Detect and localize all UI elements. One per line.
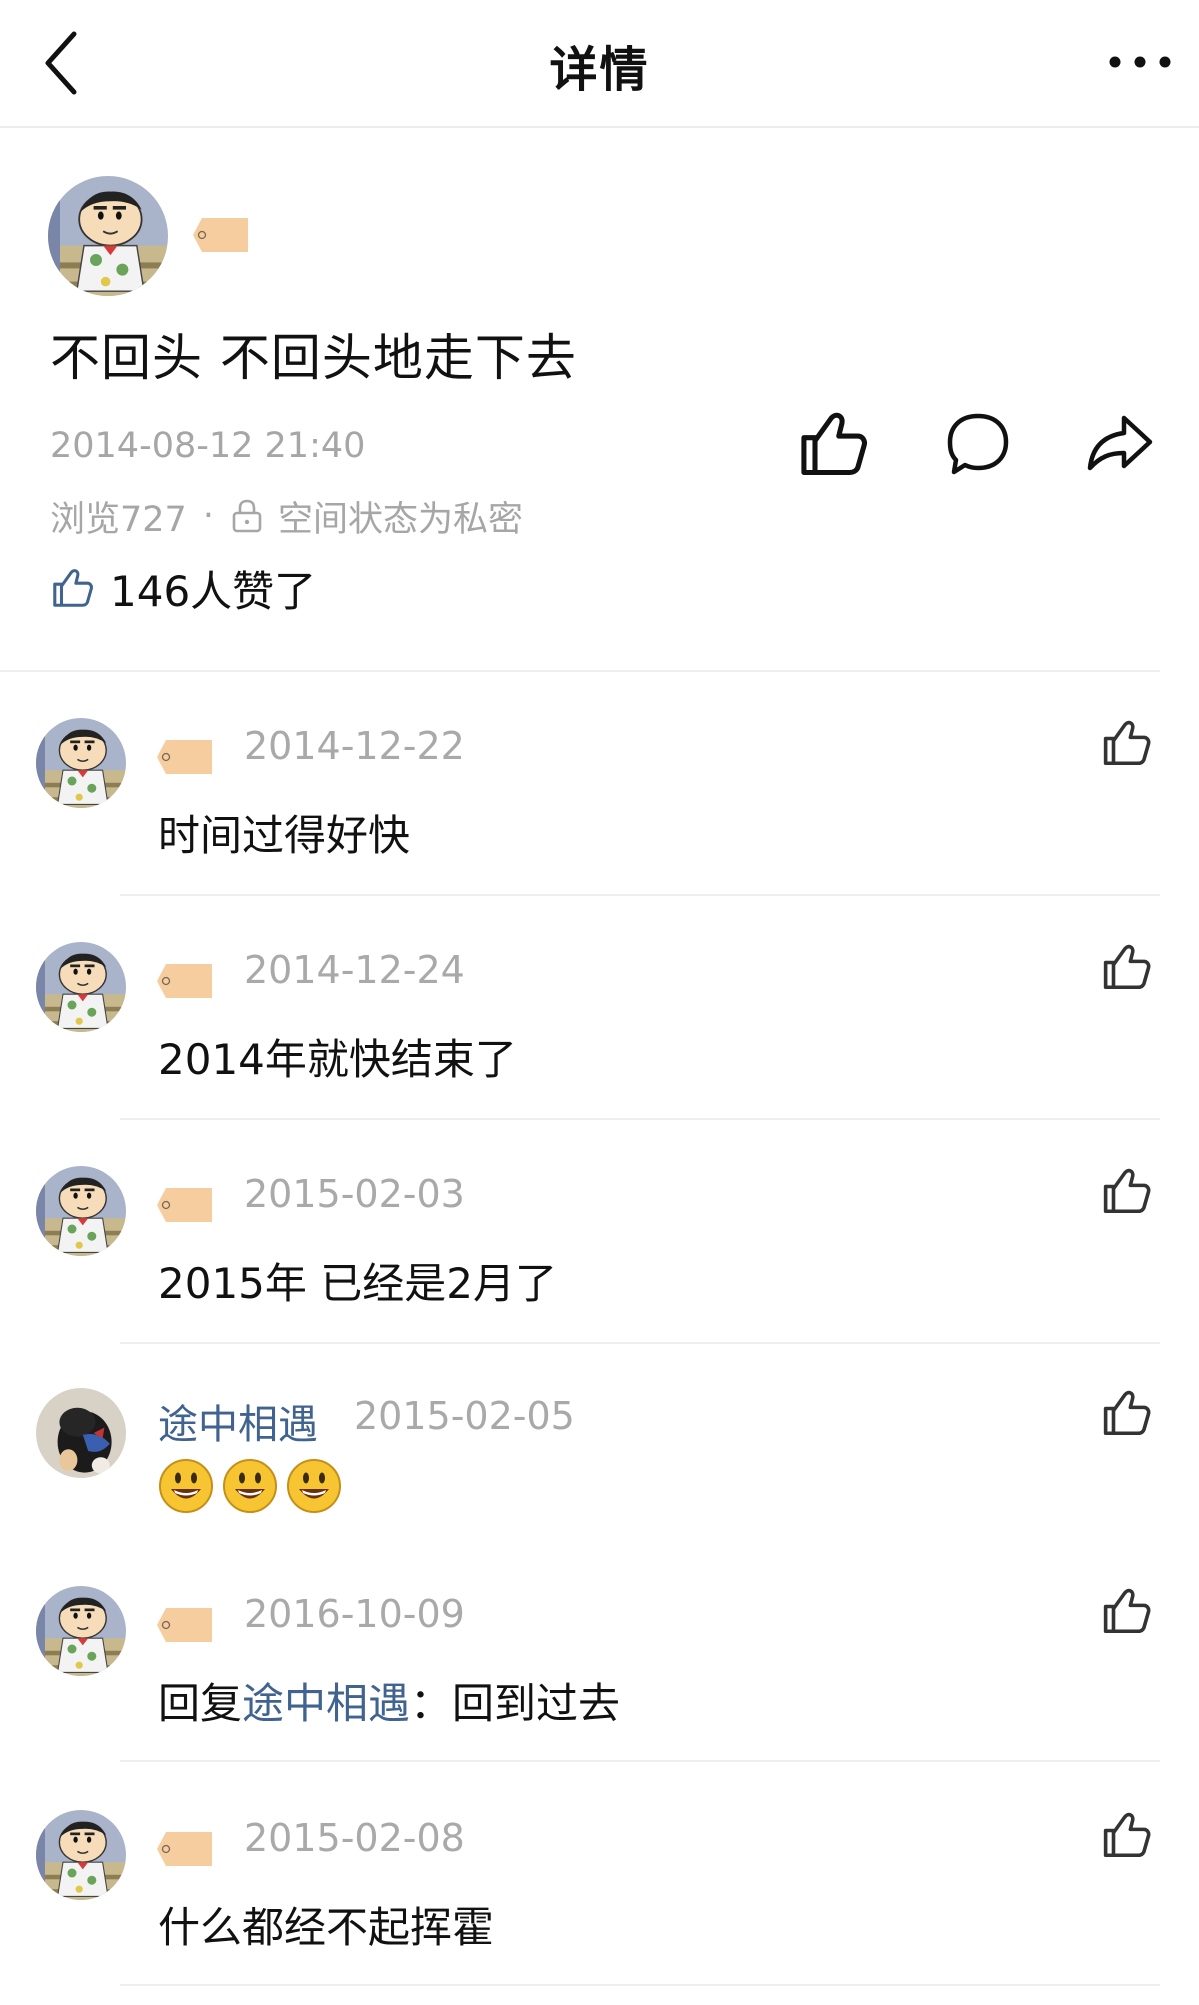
likes-count: 146人赞了	[110, 566, 317, 616]
comment-text: 2014年就快结束了	[158, 1035, 517, 1084]
like-button[interactable]	[796, 406, 872, 482]
comment-like-button[interactable]	[1100, 1808, 1154, 1862]
comment-text: 时间过得好快	[158, 811, 411, 860]
comment-date: 2015-02-05	[354, 1394, 575, 1438]
comment-date: 2015-02-08	[244, 1816, 465, 1860]
comment-like-button[interactable]	[1100, 1164, 1154, 1218]
like-icon	[1100, 1808, 1154, 1862]
comment-like-button[interactable]	[1100, 716, 1154, 770]
like-icon	[1100, 1584, 1154, 1638]
comment-text: 回复途中相遇：回到过去	[158, 1670, 620, 1731]
comment-like-button[interactable]	[1100, 940, 1154, 994]
reply-to-user[interactable]: 途中相遇	[242, 1679, 410, 1728]
like-icon	[1100, 1164, 1154, 1218]
like-icon	[1100, 940, 1154, 994]
comment-like-button[interactable]	[1100, 1386, 1154, 1440]
page-title: 详情	[549, 42, 650, 98]
comment-date: 2014-12-22	[244, 724, 465, 768]
comment-date: 2016-10-09	[244, 1592, 465, 1636]
emoji-row	[158, 1458, 350, 1514]
user-tag	[156, 738, 214, 776]
like-icon	[1100, 1386, 1154, 1440]
comment-item: 2016-10-09 回复途中相遇：回到过去	[0, 1584, 1199, 1808]
comment-item: 2015-02-03 2015年 已经是2月了	[0, 1164, 1199, 1388]
reply-body: ：回到过去	[410, 1679, 621, 1728]
more-dots-icon	[1109, 56, 1171, 68]
share-button[interactable]	[1082, 406, 1158, 482]
avatar[interactable]	[36, 942, 126, 1032]
comment-icon	[947, 413, 1009, 475]
user-tag	[156, 1830, 214, 1868]
avatar[interactable]	[36, 1388, 126, 1478]
like-icon	[1100, 716, 1154, 770]
divider	[120, 1342, 1160, 1344]
privacy-status: 空间状态为私密	[277, 499, 523, 540]
post-time: 2014-08-12 21:40	[50, 426, 366, 466]
divider	[0, 670, 1160, 672]
comment-item: 2014-12-24 2014年就快结束了	[0, 940, 1199, 1164]
comment-text: 什么都经不起挥霍	[158, 1903, 495, 1952]
post-meta: 浏览727 · 空间状态为私密	[50, 494, 523, 540]
avatar[interactable]	[36, 1166, 126, 1256]
smile-emoji-icon	[286, 1458, 342, 1514]
comment-author[interactable]: 途中相遇	[158, 1392, 318, 1450]
divider	[120, 1118, 1160, 1120]
smile-emoji-icon	[158, 1458, 214, 1514]
comment-date: 2014-12-24	[244, 948, 465, 992]
comment-item: 2014-12-22 时间过得好快	[0, 716, 1199, 940]
lock-icon	[232, 499, 262, 533]
comment-item: 途中相遇 2015-02-05	[0, 1386, 1199, 1610]
view-count: 浏览727	[50, 499, 187, 540]
top-bar: 详情	[0, 0, 1199, 128]
avatar[interactable]	[36, 1810, 126, 1900]
smile-emoji-icon	[222, 1458, 278, 1514]
comment-button[interactable]	[940, 406, 1016, 482]
meta-separator: ·	[202, 496, 214, 536]
more-button[interactable]	[1105, 42, 1175, 82]
divider	[120, 894, 1160, 896]
likes-summary[interactable]: 146人赞了	[50, 560, 316, 616]
reply-prefix: 回复	[158, 1679, 243, 1728]
user-tag	[192, 216, 250, 254]
user-tag	[156, 1186, 214, 1224]
like-icon	[796, 406, 872, 482]
divider	[120, 1760, 1160, 1762]
share-icon	[1087, 415, 1153, 471]
avatar[interactable]	[36, 718, 126, 808]
divider	[120, 1984, 1160, 1986]
thumbs-up-icon	[50, 565, 96, 611]
user-tag	[156, 962, 214, 1000]
comment-like-button[interactable]	[1100, 1584, 1154, 1638]
post-text: 不回头 不回头地走下去	[50, 329, 577, 387]
avatar[interactable]	[48, 176, 168, 296]
user-tag	[156, 1606, 214, 1644]
comment-item: 2015-02-08 什么都经不起挥霍	[0, 1808, 1199, 2005]
comment-text: 2015年 已经是2月了	[158, 1259, 557, 1308]
comment-date: 2015-02-03	[244, 1172, 465, 1216]
avatar[interactable]	[36, 1586, 126, 1676]
